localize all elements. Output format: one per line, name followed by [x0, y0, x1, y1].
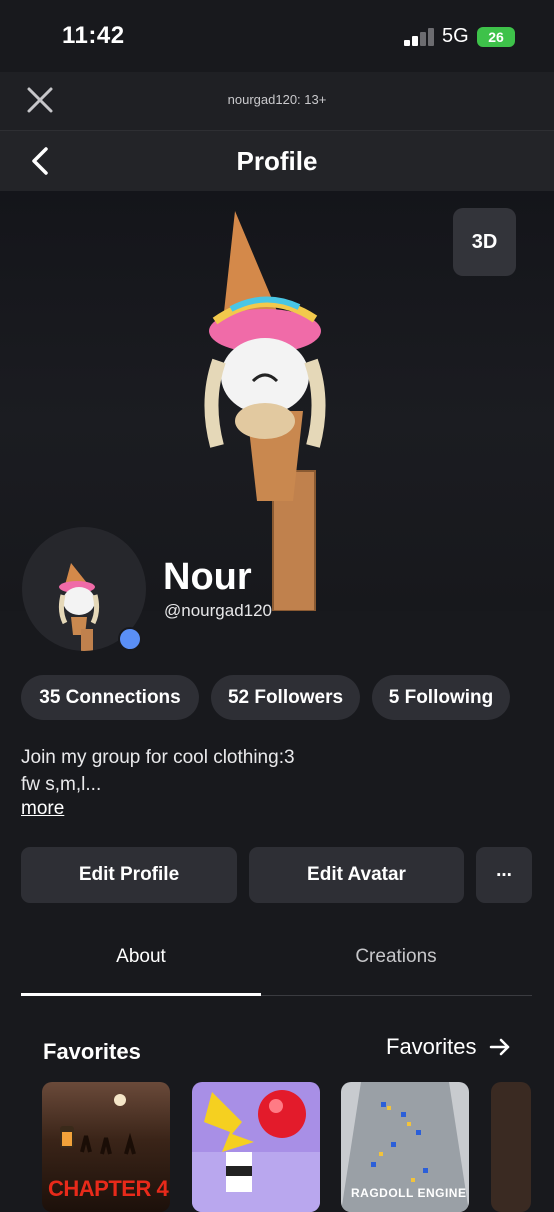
- page-title: Profile: [236, 146, 318, 176]
- game-title-label: CHAPTER 4: [48, 1176, 169, 1201]
- connections-pill[interactable]: 35 Connections: [21, 675, 199, 720]
- tab-creations[interactable]: Creations: [276, 946, 516, 968]
- favorites-see-all-link[interactable]: Favorites: [386, 1034, 476, 1060]
- browser-top-bar: nourgad120: 13+: [0, 72, 554, 131]
- edit-profile-button[interactable]: Edit Profile: [21, 847, 237, 903]
- favorites-heading: Favorites: [43, 1039, 141, 1064]
- bio-more-link[interactable]: more: [21, 798, 64, 820]
- avatar-headshot-image: [58, 563, 100, 651]
- status-bar: 11:42 5G 26: [0, 0, 554, 72]
- clock: 11:42: [62, 22, 125, 49]
- nav-bar: Profile: [0, 131, 554, 191]
- display-name: Nour: [163, 556, 252, 598]
- battery-icon: 26: [477, 27, 515, 47]
- favorite-game-card[interactable]: [491, 1082, 531, 1212]
- site-label: nourgad120: 13+: [227, 92, 327, 107]
- game-title-label: RAGDOLL ENGINE: [351, 1186, 467, 1200]
- favorite-game-card[interactable]: CHAPTER 4: [42, 1082, 170, 1212]
- tab-about[interactable]: About: [21, 946, 261, 968]
- avatar-3d-render[interactable]: [195, 201, 365, 611]
- following-pill[interactable]: 5 Following: [372, 675, 510, 720]
- bio: Join my group for cool clothing:3 fw s,m…: [21, 744, 295, 798]
- followers-pill[interactable]: 52 Followers: [211, 675, 360, 720]
- online-status-indicator: [118, 627, 142, 651]
- network-label: 5G: [442, 25, 469, 47]
- arrow-right-icon[interactable]: [489, 1036, 511, 1058]
- bio-line: fw s,m,l...: [21, 774, 102, 795]
- game-thumbnail-image: [192, 1090, 320, 1212]
- edit-avatar-button[interactable]: Edit Avatar: [249, 847, 464, 903]
- more-options-button[interactable]: ...: [476, 847, 532, 903]
- signal-icon: [404, 28, 434, 46]
- favorite-game-card[interactable]: [192, 1082, 320, 1212]
- username: @nourgad120: [164, 601, 273, 620]
- tab-active-indicator: [21, 993, 261, 996]
- bio-line: Join my group for cool clothing:3: [21, 747, 295, 768]
- favorite-game-card[interactable]: RAGDOLL ENGINE: [341, 1082, 469, 1212]
- view-3d-button[interactable]: 3D: [453, 208, 516, 276]
- battery-level: 26: [488, 29, 504, 45]
